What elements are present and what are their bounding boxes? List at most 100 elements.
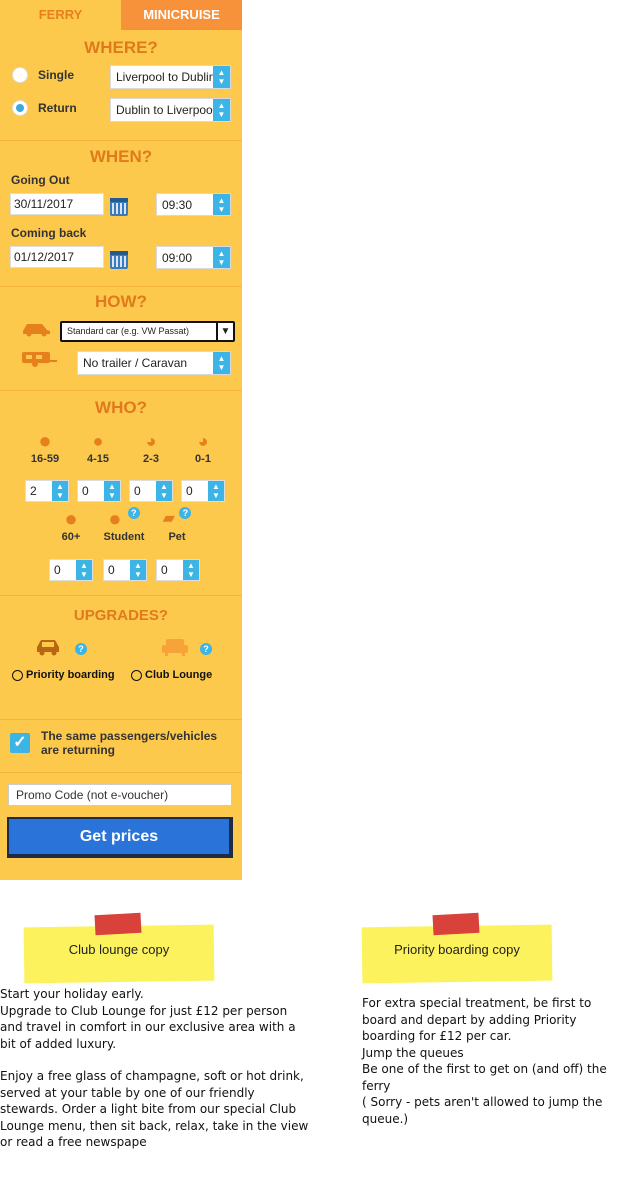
help-icon[interactable]: ? xyxy=(179,507,192,519)
who-title: WHO? xyxy=(95,398,147,417)
single-route-value: Liverpool to Dublin xyxy=(116,70,216,84)
students-count[interactable]: 0 ▲ ▼ xyxy=(103,559,147,581)
children-label: 4-15 xyxy=(86,453,110,465)
going-out-time-select[interactable]: 09:30 ▲ ▼ xyxy=(156,193,231,216)
toddlers-spin-icon[interactable]: ▲ ▼ xyxy=(156,481,172,501)
club-lounge-p3: Enjoy a free glass of champagne, soft or… xyxy=(0,1069,309,1149)
infants-column: ◕ 0-1 xyxy=(178,429,228,465)
seniors-count[interactable]: 0 ▲ ▼ xyxy=(49,559,93,581)
pram-icon: ◕ xyxy=(145,431,157,451)
priority-boarding-label: Priority boarding xyxy=(26,669,115,681)
who-section: WHO? ● 16-59 ● 4-15 ◕ 2-3 ◕ 0-1 2 ▲ ▼ 0 ▲… xyxy=(0,390,242,595)
children-value: 0 xyxy=(82,484,89,498)
how-title: HOW? xyxy=(95,292,147,311)
trailer-select[interactable]: No trailer / Caravan ▲ ▼ xyxy=(77,351,231,375)
seniors-spin-icon[interactable]: ▲ ▼ xyxy=(76,560,92,580)
seniors-column: ● 60+ xyxy=(46,506,96,544)
car-icon xyxy=(23,324,50,337)
priority-boarding-copy: For extra special treatment, be first to… xyxy=(362,995,628,1127)
infants-spin-icon[interactable]: ▲ ▼ xyxy=(208,481,224,501)
coming-back-time-spin-icon[interactable]: ▲ ▼ xyxy=(213,247,230,268)
infants-label: 0-1 xyxy=(195,453,211,465)
adults-column: ● 16-59 xyxy=(20,428,70,466)
when-section: WHEN? Going Out 30/11/2017 09:30 ▲ ▼ Comi… xyxy=(0,140,242,286)
priority-p4: ( Sorry - pets aren't allowed to jump th… xyxy=(362,1095,603,1126)
club-lounge-note: Club lounge copy xyxy=(23,912,215,984)
where-title: WHERE? xyxy=(84,38,158,57)
children-column: ● 4-15 xyxy=(73,429,123,465)
students-column: ● ? Student xyxy=(99,507,149,544)
child-icon: ● xyxy=(92,431,104,451)
caravan-icon xyxy=(22,352,57,367)
toddlers-count[interactable]: 0 ▲ ▼ xyxy=(129,480,173,502)
pets-column: ▰ ? Pet xyxy=(152,507,202,543)
help-icon[interactable]: ? xyxy=(200,643,212,655)
pets-count[interactable]: 0 ▲ ▼ xyxy=(156,559,200,581)
club-lounge-option[interactable]: Club Lounge xyxy=(131,669,212,681)
single-route-spin-icon[interactable]: ▲ ▼ xyxy=(213,66,230,88)
coming-back-time-select[interactable]: 09:00 ▲ ▼ xyxy=(156,246,231,269)
pram-icon: ◕ xyxy=(197,431,209,451)
club-lounge-radio[interactable] xyxy=(131,669,142,681)
priority-boarding-option[interactable]: Priority boarding xyxy=(12,669,115,681)
children-spin-icon[interactable]: ▲ ▼ xyxy=(104,481,120,501)
adult-icon: ● ? xyxy=(99,507,149,531)
infants-value: 0 xyxy=(186,484,193,498)
seniors-label: 60+ xyxy=(61,531,81,543)
get-prices-button[interactable]: Get prices xyxy=(7,817,233,858)
return-route-select[interactable]: Dublin to Liverpool ▲ ▼ xyxy=(110,98,231,122)
return-radio[interactable] xyxy=(12,100,28,116)
promo-code-input[interactable]: Promo Code (not e-voucher) xyxy=(8,784,232,806)
going-out-time-value: 09:30 xyxy=(162,198,193,212)
promo-section: Promo Code (not e-voucher) Get prices xyxy=(0,772,242,880)
adults-value: 2 xyxy=(30,484,37,498)
students-label: Student xyxy=(103,531,145,543)
single-radio[interactable] xyxy=(12,67,28,83)
vehicle-select[interactable]: Standard car (e.g. VW Passat) ▼ xyxy=(60,321,235,342)
going-out-time-spin-icon[interactable]: ▲ ▼ xyxy=(213,194,230,215)
single-option[interactable]: Single xyxy=(12,67,74,83)
children-count[interactable]: 0 ▲ ▼ xyxy=(77,480,121,502)
club-lounge-p1: Start your holiday early. xyxy=(0,987,144,1001)
help-icon[interactable]: ? xyxy=(75,643,87,655)
priority-p2: Jump the queues xyxy=(362,1045,464,1060)
tape xyxy=(94,912,142,936)
club-lounge-p2: Upgrade to Club Lounge for just £12 per … xyxy=(0,1003,296,1051)
sofa-icon xyxy=(162,639,188,656)
coming-back-date-input[interactable]: 01/12/2017 xyxy=(10,246,104,268)
return-route-spin-icon[interactable]: ▲ ▼ xyxy=(213,99,230,121)
adults-label: 16-59 xyxy=(30,453,60,465)
priority-p1: For extra special treatment, be first to… xyxy=(362,996,592,1043)
tab-bar: FERRY MINICRUISE xyxy=(0,0,242,30)
tab-ferry[interactable]: FERRY xyxy=(0,0,121,30)
adults-count[interactable]: 2 ▲ ▼ xyxy=(25,480,69,502)
toddlers-value: 0 xyxy=(134,484,141,498)
students-spin-icon[interactable]: ▲ ▼ xyxy=(130,560,146,580)
return-option[interactable]: Return xyxy=(12,100,77,116)
going-out-date-input[interactable]: 30/11/2017 xyxy=(10,193,104,215)
club-lounge-copy: Start your holiday early. Upgrade to Clu… xyxy=(0,986,310,1151)
vehicle-value: Standard car (e.g. VW Passat) xyxy=(67,326,190,336)
trailer-spin-icon[interactable]: ▲ ▼ xyxy=(213,352,230,374)
upgrades-section: UPGRADES? ? ? Priority boarding Club Lou… xyxy=(0,595,242,719)
adult-icon: ● xyxy=(64,506,78,531)
pets-spin-icon[interactable]: ▲ ▼ xyxy=(183,560,199,580)
check-icon[interactable]: ✓ xyxy=(10,733,30,753)
vehicle-dropdown-icon[interactable]: ▼ xyxy=(216,323,233,340)
help-icon[interactable]: ? xyxy=(127,507,140,519)
single-label: Single xyxy=(38,68,75,82)
calendar-icon[interactable] xyxy=(110,251,128,269)
single-route-select[interactable]: Liverpool to Dublin ▲ ▼ xyxy=(110,65,231,89)
club-lounge-label: Club Lounge xyxy=(145,669,213,681)
same-passengers-label: The same passengers/vehicles are returni… xyxy=(41,729,218,757)
tab-minicruise[interactable]: MINICRUISE xyxy=(121,0,242,30)
adult-icon: ● xyxy=(38,428,52,453)
calendar-icon[interactable] xyxy=(110,198,128,216)
adults-spin-icon[interactable]: ▲ ▼ xyxy=(52,481,68,501)
pets-value: 0 xyxy=(161,563,168,577)
priority-boarding-radio[interactable] xyxy=(12,669,23,681)
seniors-value: 0 xyxy=(54,563,61,577)
infants-count[interactable]: 0 ▲ ▼ xyxy=(181,480,225,502)
coming-back-time-value: 09:00 xyxy=(162,251,193,265)
priority-boarding-note-title: Priority boarding copy xyxy=(394,942,520,957)
